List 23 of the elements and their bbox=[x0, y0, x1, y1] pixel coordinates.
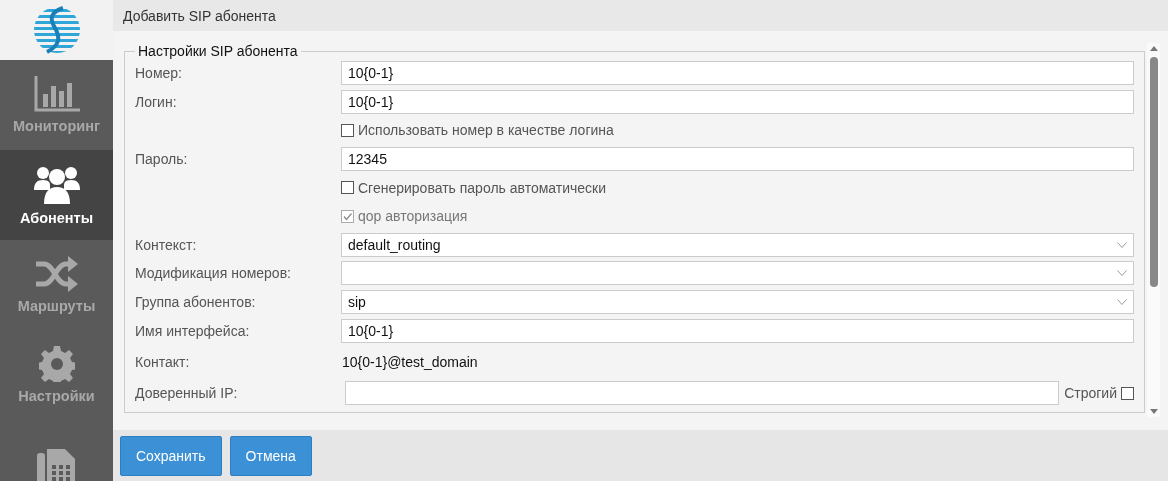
contact-value: 10{0-1}@test_domain bbox=[341, 353, 478, 370]
field-label: Контакт: bbox=[135, 353, 191, 370]
input-field[interactable]: 10{0-1} bbox=[341, 61, 1134, 86]
field-label: Группа абонентов: bbox=[135, 294, 257, 311]
field-label: Модификация номеров: bbox=[135, 265, 292, 282]
input-field[interactable]: 12345 bbox=[341, 147, 1134, 172]
input-field[interactable]: 10{0-1} bbox=[341, 318, 1134, 343]
field-label: Номер: bbox=[135, 65, 183, 82]
checkbox-label: qop авторизация bbox=[358, 208, 468, 225]
field-label: Пароль: bbox=[135, 151, 189, 168]
checkbox-label: Строгий bbox=[1064, 385, 1117, 402]
fieldset-legend: Настройки SIP абонента bbox=[135, 43, 301, 59]
checkbox-label: Использовать номер в качестве логина bbox=[358, 122, 614, 139]
input-field[interactable]: 10{0-1} bbox=[341, 89, 1134, 114]
dialog-title: Добавить SIP абонента bbox=[113, 0, 1168, 31]
field-label: Контекст: bbox=[135, 236, 198, 253]
sidebar-item[interactable]: Абоненты bbox=[0, 150, 113, 240]
field-label: Имя интерфейса: bbox=[135, 322, 251, 339]
checkbox-label: Сгенерировать пароль автоматически bbox=[358, 179, 607, 196]
select-field[interactable]: default_routing bbox=[341, 232, 1134, 257]
select-field[interactable]: sip bbox=[341, 290, 1134, 315]
field-label: Логин: bbox=[135, 93, 178, 110]
field-label: Доверенный IP: bbox=[135, 385, 239, 402]
